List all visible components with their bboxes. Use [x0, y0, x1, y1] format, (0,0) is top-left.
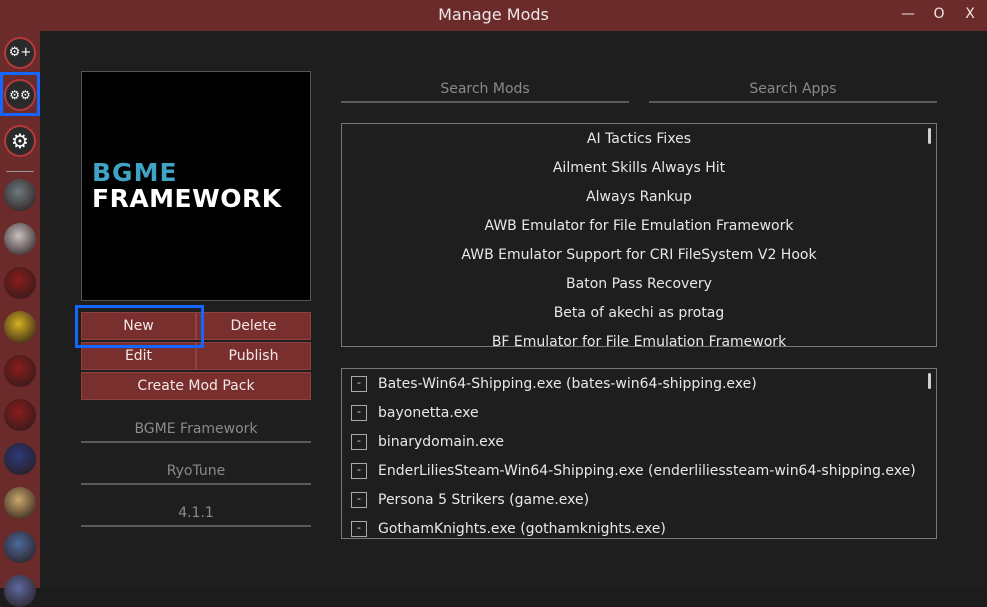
sidebar-divider [6, 171, 34, 172]
mod-list-item[interactable]: Ailment Skills Always Hit [342, 154, 936, 183]
apps-list: - Bates-Win64-Shipping.exe (bates-win64-s… [341, 368, 937, 539]
app-group-character-icon[interactable] [4, 531, 36, 563]
app-label: GothamKnights.exe (gothamknights.exe) [378, 521, 666, 537]
manage-mods-icon[interactable]: ⚙⚙ [4, 79, 36, 111]
app-label: Bates-Win64-Shipping.exe (bates-win64-sh… [378, 376, 757, 392]
app-reloaded-3-icon[interactable] [4, 399, 36, 431]
mod-preview-image: BGME FRAMEWORK [81, 71, 311, 301]
maximize-button[interactable]: O [929, 6, 949, 22]
close-button[interactable]: X [960, 6, 980, 22]
app-reloaded-2-icon[interactable] [4, 355, 36, 387]
app-list-item[interactable]: - Bates-Win64-Shipping.exe (bates-win64-s… [342, 370, 936, 399]
mod-name-field: BGME Framework [81, 421, 311, 443]
minimize-button[interactable]: — [898, 6, 918, 22]
app-checkbox[interactable]: - [351, 492, 367, 508]
app-blue-character-icon[interactable] [4, 443, 36, 475]
search-mods-input[interactable]: Search Mods [341, 81, 629, 103]
app-checkbox[interactable]: - [351, 463, 367, 479]
search-apps-input[interactable]: Search Apps [649, 81, 937, 103]
mod-list-item[interactable]: AWB Emulator Support for CRI FileSystem … [342, 241, 936, 270]
delete-button[interactable]: Delete [196, 312, 311, 340]
window-title: Manage Mods [438, 5, 549, 24]
title-bar: Manage Mods — O X [0, 0, 987, 31]
mod-author-field: RyoTune [81, 463, 311, 485]
app-label: EnderLiliesSteam-Win64-Shipping.exe (end… [378, 463, 916, 479]
mod-list-item[interactable]: AWB Emulator for File Emulation Framewor… [342, 212, 936, 241]
mod-version-field: 4.1.1 [81, 505, 311, 527]
preview-logo-line1: BGME [92, 158, 178, 187]
mods-scrollbar[interactable] [928, 128, 931, 144]
settings-icon[interactable]: ⚙ [4, 125, 36, 157]
app-blonde-character-icon[interactable] [4, 487, 36, 519]
app-list-item[interactable]: - bayonetta.exe [342, 399, 936, 428]
mod-list-item[interactable]: Beta of akechi as protag [342, 299, 936, 328]
app-label: binarydomain.exe [378, 434, 504, 450]
app-list-item[interactable]: - EnderLiliesSteam-Win64-Shipping.exe (en… [342, 457, 936, 486]
app-pale-character-icon[interactable] [4, 223, 36, 255]
app-list-item[interactable]: - Persona 5 Strikers (game.exe) [342, 486, 936, 515]
app-list-item[interactable]: - binarydomain.exe [342, 428, 936, 457]
create-mod-pack-button[interactable]: Create Mod Pack [81, 372, 311, 400]
app-checkbox[interactable]: - [351, 521, 367, 537]
app-checkbox[interactable]: - [351, 405, 367, 421]
sidebar: ⚙+ ⚙⚙ ⚙ [0, 31, 40, 607]
app-partial-icon[interactable] [4, 575, 36, 607]
app-reloaded-1-icon[interactable] [4, 267, 36, 299]
app-yellow-character-icon[interactable] [4, 311, 36, 343]
mod-list-item[interactable]: AI Tactics Fixes [342, 125, 936, 154]
mod-list-item[interactable]: Always Rankup [342, 183, 936, 212]
publish-button[interactable]: Publish [196, 342, 311, 370]
new-button-highlight [75, 305, 204, 348]
mods-list: AI Tactics Fixes Ailment Skills Always Hi… [341, 123, 937, 347]
app-skull-icon[interactable] [4, 179, 36, 211]
app-checkbox[interactable]: - [351, 376, 367, 392]
mod-list-item[interactable]: Baton Pass Recovery [342, 270, 936, 299]
preview-logo-line2: FRAMEWORK [92, 184, 282, 213]
apps-scrollbar[interactable] [928, 373, 931, 389]
app-label: bayonetta.exe [378, 405, 479, 421]
app-label: Persona 5 Strikers (game.exe) [378, 492, 590, 508]
app-checkbox[interactable]: - [351, 434, 367, 450]
mod-list-item[interactable]: BF Emulator for File Emulation Framework [342, 328, 936, 346]
add-app-icon[interactable]: ⚙+ [4, 37, 36, 69]
app-list-item[interactable]: - GothamKnights.exe (gothamknights.exe) [342, 515, 936, 538]
